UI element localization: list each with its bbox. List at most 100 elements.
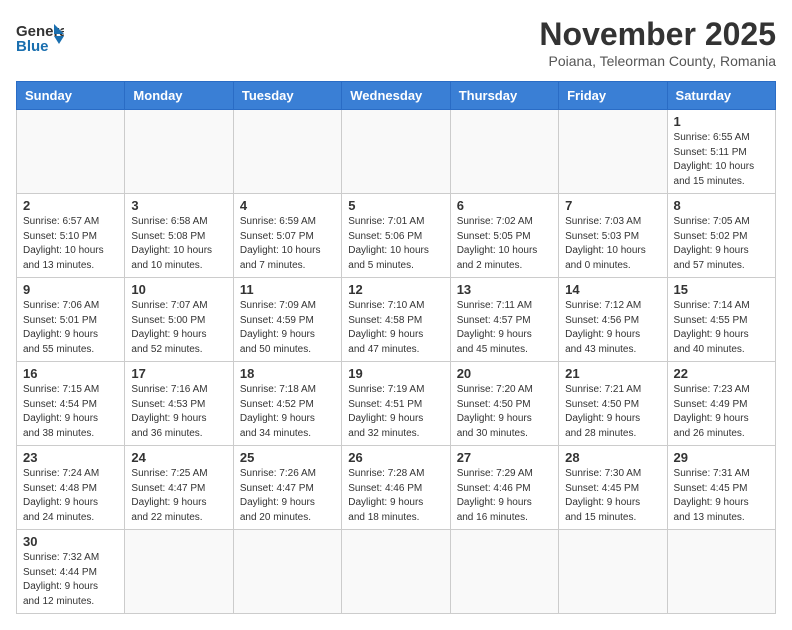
calendar-cell [342, 530, 450, 614]
day-info: Sunrise: 7:06 AM Sunset: 5:01 PM Dayligh… [23, 299, 118, 357]
day-number: 16 [23, 366, 118, 381]
day-number: 15 [674, 282, 769, 297]
calendar-cell: 1 Sunrise: 6:55 AM Sunset: 5:11 PM Daylig… [667, 110, 775, 194]
calendar-cell [559, 530, 667, 614]
calendar-cell: 8Sunrise: 7:05 AM Sunset: 5:02 PM Daylig… [667, 194, 775, 278]
day-number: 23 [23, 450, 118, 465]
day-number: 24 [131, 450, 226, 465]
calendar-cell: 3 Sunrise: 6:58 AM Sunset: 5:08 PM Daylig… [125, 194, 233, 278]
day-info: Sunrise: 7:02 AM Sunset: 5:05 PM Dayligh… [457, 215, 552, 273]
day-info: Sunrise: 7:20 AM Sunset: 4:50 PM Dayligh… [457, 383, 552, 441]
calendar-week-row: 23Sunrise: 7:24 AM Sunset: 4:48 PM Dayli… [17, 446, 776, 530]
col-header-thursday: Thursday [450, 82, 558, 110]
day-info: Sunrise: 6:57 AM Sunset: 5:10 PM Dayligh… [23, 215, 118, 273]
day-number: 29 [674, 450, 769, 465]
day-info: Sunrise: 7:26 AM Sunset: 4:47 PM Dayligh… [240, 467, 335, 525]
calendar-cell: 13Sunrise: 7:11 AM Sunset: 4:57 PM Dayli… [450, 278, 558, 362]
calendar-cell: 21Sunrise: 7:21 AM Sunset: 4:50 PM Dayli… [559, 362, 667, 446]
calendar-cell [450, 110, 558, 194]
calendar-week-row: 16Sunrise: 7:15 AM Sunset: 4:54 PM Dayli… [17, 362, 776, 446]
calendar-cell [233, 530, 341, 614]
day-number: 26 [348, 450, 443, 465]
day-number: 7 [565, 198, 660, 213]
calendar-cell [17, 110, 125, 194]
calendar-cell: 25 Sunrise: 7:26 AM Sunset: 4:47 PM Dayli… [233, 446, 341, 530]
day-info: Sunrise: 7:29 AM Sunset: 4:46 PM Dayligh… [457, 467, 552, 525]
day-info: Sunrise: 6:58 AM Sunset: 5:08 PM Dayligh… [131, 215, 226, 273]
col-header-monday: Monday [125, 82, 233, 110]
day-number: 3 [131, 198, 226, 213]
day-info: Sunrise: 7:14 AM Sunset: 4:55 PM Dayligh… [674, 299, 769, 357]
calendar-cell: 4 Sunrise: 6:59 AM Sunset: 5:07 PM Daylig… [233, 194, 341, 278]
day-number: 10 [131, 282, 226, 297]
calendar-cell: 11Sunrise: 7:09 AM Sunset: 4:59 PM Dayli… [233, 278, 341, 362]
day-number: 25 [240, 450, 335, 465]
calendar-cell [233, 110, 341, 194]
day-number: 14 [565, 282, 660, 297]
day-info: Sunrise: 7:28 AM Sunset: 4:46 PM Dayligh… [348, 467, 443, 525]
day-info: Sunrise: 7:25 AM Sunset: 4:47 PM Dayligh… [131, 467, 226, 525]
calendar-table: SundayMondayTuesdayWednesdayThursdayFrid… [16, 81, 776, 614]
day-info: Sunrise: 7:10 AM Sunset: 4:58 PM Dayligh… [348, 299, 443, 357]
day-info: Sunrise: 6:55 AM Sunset: 5:11 PM Dayligh… [674, 131, 769, 189]
calendar-cell: 2 Sunrise: 6:57 AM Sunset: 5:10 PM Daylig… [17, 194, 125, 278]
day-number: 27 [457, 450, 552, 465]
logo: General Blue [16, 16, 64, 56]
calendar-cell: 20 Sunrise: 7:20 AM Sunset: 4:50 PM Dayli… [450, 362, 558, 446]
day-number: 22 [674, 366, 769, 381]
day-number: 30 [23, 534, 118, 549]
col-header-friday: Friday [559, 82, 667, 110]
calendar-cell [559, 110, 667, 194]
title-area: November 2025 Poiana, Teleorman County, … [539, 16, 776, 69]
calendar-cell: 12 Sunrise: 7:10 AM Sunset: 4:58 PM Dayli… [342, 278, 450, 362]
day-number: 17 [131, 366, 226, 381]
day-number: 8 [674, 198, 769, 213]
day-number: 4 [240, 198, 335, 213]
calendar-cell: 16Sunrise: 7:15 AM Sunset: 4:54 PM Dayli… [17, 362, 125, 446]
calendar-cell [125, 110, 233, 194]
calendar-week-row: 1 Sunrise: 6:55 AM Sunset: 5:11 PM Daylig… [17, 110, 776, 194]
calendar-cell: 22Sunrise: 7:23 AM Sunset: 4:49 PM Dayli… [667, 362, 775, 446]
calendar-cell: 23Sunrise: 7:24 AM Sunset: 4:48 PM Dayli… [17, 446, 125, 530]
calendar-cell: 9 Sunrise: 7:06 AM Sunset: 5:01 PM Daylig… [17, 278, 125, 362]
day-number: 1 [674, 114, 769, 129]
calendar-cell [125, 530, 233, 614]
day-info: Sunrise: 7:12 AM Sunset: 4:56 PM Dayligh… [565, 299, 660, 357]
calendar-week-row: 2 Sunrise: 6:57 AM Sunset: 5:10 PM Daylig… [17, 194, 776, 278]
calendar-header-row: SundayMondayTuesdayWednesdayThursdayFrid… [17, 82, 776, 110]
calendar-week-row: 9 Sunrise: 7:06 AM Sunset: 5:01 PM Daylig… [17, 278, 776, 362]
col-header-saturday: Saturday [667, 82, 775, 110]
day-number: 21 [565, 366, 660, 381]
calendar-cell [450, 530, 558, 614]
calendar-cell: 27 Sunrise: 7:29 AM Sunset: 4:46 PM Dayli… [450, 446, 558, 530]
calendar-cell: 6Sunrise: 7:02 AM Sunset: 5:05 PM Daylig… [450, 194, 558, 278]
day-number: 13 [457, 282, 552, 297]
col-header-sunday: Sunday [17, 82, 125, 110]
day-info: Sunrise: 7:07 AM Sunset: 5:00 PM Dayligh… [131, 299, 226, 357]
calendar-cell: 7Sunrise: 7:03 AM Sunset: 5:03 PM Daylig… [559, 194, 667, 278]
calendar-cell: 26 Sunrise: 7:28 AM Sunset: 4:46 PM Dayli… [342, 446, 450, 530]
calendar-cell: 24 Sunrise: 7:25 AM Sunset: 4:47 PM Dayli… [125, 446, 233, 530]
logo-icon: General Blue [16, 16, 64, 56]
calendar-cell: 28Sunrise: 7:30 AM Sunset: 4:45 PM Dayli… [559, 446, 667, 530]
col-header-wednesday: Wednesday [342, 82, 450, 110]
month-title: November 2025 [539, 16, 776, 53]
day-info: Sunrise: 7:31 AM Sunset: 4:45 PM Dayligh… [674, 467, 769, 525]
day-number: 5 [348, 198, 443, 213]
calendar-cell [342, 110, 450, 194]
day-number: 12 [348, 282, 443, 297]
day-info: Sunrise: 7:19 AM Sunset: 4:51 PM Dayligh… [348, 383, 443, 441]
day-number: 20 [457, 366, 552, 381]
day-info: Sunrise: 7:32 AM Sunset: 4:44 PM Dayligh… [23, 551, 118, 609]
day-info: Sunrise: 7:09 AM Sunset: 4:59 PM Dayligh… [240, 299, 335, 357]
calendar-week-row: 30 Sunrise: 7:32 AM Sunset: 4:44 PM Dayli… [17, 530, 776, 614]
day-info: Sunrise: 7:16 AM Sunset: 4:53 PM Dayligh… [131, 383, 226, 441]
calendar-cell: 10 Sunrise: 7:07 AM Sunset: 5:00 PM Dayli… [125, 278, 233, 362]
day-number: 19 [348, 366, 443, 381]
day-number: 9 [23, 282, 118, 297]
day-number: 2 [23, 198, 118, 213]
day-info: Sunrise: 7:30 AM Sunset: 4:45 PM Dayligh… [565, 467, 660, 525]
calendar-cell: 15 Sunrise: 7:14 AM Sunset: 4:55 PM Dayli… [667, 278, 775, 362]
day-info: Sunrise: 6:59 AM Sunset: 5:07 PM Dayligh… [240, 215, 335, 273]
day-info: Sunrise: 7:18 AM Sunset: 4:52 PM Dayligh… [240, 383, 335, 441]
